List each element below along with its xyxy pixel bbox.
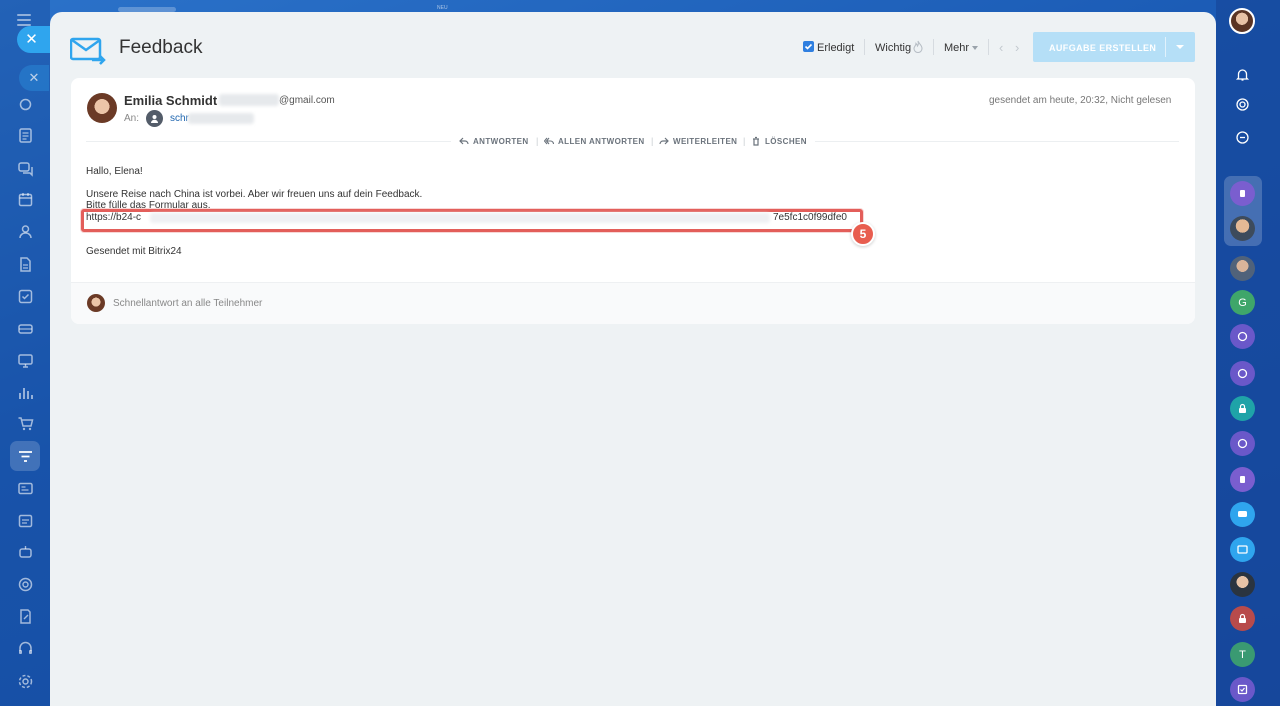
done-checkbox[interactable] <box>803 41 814 52</box>
notifications-bell-icon[interactable] <box>1230 62 1255 87</box>
create-task-dropdown-icon[interactable] <box>1176 45 1184 49</box>
forward-label: WEITERLEITEN <box>673 136 738 146</box>
actions-divider-left <box>86 141 451 142</box>
booking-icon[interactable] <box>17 512 34 529</box>
reply-label: ANTWORTEN <box>473 136 529 146</box>
search-chat-icon[interactable] <box>1230 125 1255 150</box>
sites-icon[interactable] <box>17 352 34 369</box>
chat-copilot-icon[interactable] <box>1230 324 1255 349</box>
page-title: Feedback <box>119 37 203 58</box>
forward-button[interactable]: WEITERLEITEN <box>659 136 737 146</box>
chat-avatar-user-1[interactable] <box>1230 216 1255 241</box>
recipient-name[interactable]: schr <box>170 113 189 124</box>
chat-icon[interactable] <box>17 160 34 177</box>
chat-avatar-user-2[interactable] <box>1230 572 1255 597</box>
goals-icon[interactable] <box>17 576 34 593</box>
done-label[interactable]: Erledigt <box>817 42 854 54</box>
actions-divider-right <box>815 141 1179 142</box>
step-number-badge: 5 <box>851 222 875 246</box>
greeting-text: Hallo, Elena! <box>86 166 143 177</box>
reply-button[interactable]: ANTWORTEN <box>459 136 529 146</box>
important-button[interactable]: Wichtig <box>875 42 911 54</box>
sender-email[interactable]: @gmail.com <box>279 95 335 106</box>
chat-avatar-g[interactable]: G <box>1230 290 1255 315</box>
chat-lock-icon[interactable] <box>1230 396 1255 421</box>
copilot-icon[interactable] <box>1230 92 1255 117</box>
sender-name[interactable]: Emilia Schmidt <box>124 93 217 108</box>
calendar-icon[interactable] <box>17 191 34 208</box>
sender-avatar[interactable] <box>87 93 117 123</box>
chat-avatar-group[interactable] <box>1230 256 1255 281</box>
trash-icon <box>753 136 759 146</box>
action-separator: | <box>651 136 654 146</box>
current-user-avatar[interactable] <box>1229 8 1255 34</box>
action-separator: | <box>743 136 746 146</box>
next-arrow-icon[interactable]: › <box>1015 40 1019 55</box>
forward-icon <box>659 137 669 145</box>
blurred-recipient <box>188 113 254 124</box>
crm-icon[interactable] <box>17 320 34 337</box>
signature-text: Gesendet mit Bitrix24 <box>86 246 182 257</box>
edit-document-icon[interactable] <box>17 608 34 625</box>
reply-icon <box>459 137 469 145</box>
marketing-filter-icon[interactable] <box>17 448 34 465</box>
close-secondary-slider-button[interactable]: ✕ <box>19 65 49 91</box>
analytics-icon[interactable] <box>17 384 34 401</box>
background-new-label: NEU <box>437 5 448 11</box>
blurred-link-middle <box>150 213 770 223</box>
reply-all-label: ALLEN ANTWORTEN <box>558 136 645 146</box>
shop-cart-icon[interactable] <box>17 415 34 432</box>
chevron-down-icon[interactable] <box>972 46 978 50</box>
reply-all-button[interactable]: ALLEN ANTWORTEN <box>544 136 645 146</box>
menu-icon[interactable] <box>17 14 31 26</box>
settings-gear-icon[interactable] <box>17 673 34 690</box>
previous-arrow-icon[interactable]: ‹ <box>999 40 1003 55</box>
toolbar-divider <box>988 39 989 55</box>
sent-status: gesendet am heute, 20:32, Nicht gelesen <box>989 95 1172 106</box>
chat-book-icon[interactable] <box>1230 181 1255 206</box>
recipient-label: An: <box>124 113 140 124</box>
delete-label: LÖSCHEN <box>765 136 807 146</box>
blurred-email-prefix <box>219 94 279 106</box>
close-slider-button[interactable]: ✕ <box>17 26 50 53</box>
chat-avatar-t[interactable]: T <box>1230 642 1255 667</box>
contacts-icon[interactable] <box>17 223 34 240</box>
feedback-link-end[interactable]: 7e5fc1c0f99dfe0 <box>773 212 847 223</box>
more-menu-button[interactable]: Mehr <box>944 42 969 54</box>
mail-forward-icon <box>69 36 108 66</box>
chat-copilot-icon-2[interactable] <box>1230 361 1255 386</box>
headset-icon[interactable] <box>17 640 34 657</box>
chat-lock-icon-2[interactable] <box>1230 606 1255 631</box>
create-task-label[interactable]: AUFGABE ERSTELLEN <box>1049 43 1156 53</box>
pulse-icon[interactable] <box>17 96 34 113</box>
reply-all-icon <box>544 137 554 145</box>
toolbar-divider <box>864 39 865 55</box>
delete-button[interactable]: LÖSCHEN <box>751 136 807 146</box>
chat-book-icon-2[interactable] <box>1230 467 1255 492</box>
mail-icon[interactable] <box>17 480 34 497</box>
action-separator: | <box>536 136 539 146</box>
chat-support-icon[interactable] <box>1230 502 1255 527</box>
feed-icon[interactable] <box>17 127 34 144</box>
chat-tasks-icon[interactable] <box>1230 677 1255 702</box>
quick-reply-avatar <box>87 294 105 312</box>
create-task-split-divider <box>1165 37 1166 57</box>
recipient-avatar-icon <box>146 110 163 127</box>
tasks-icon[interactable] <box>17 288 34 305</box>
feedback-link-start[interactable]: https://b24-c <box>86 212 141 223</box>
chat-news-icon[interactable] <box>1230 537 1255 562</box>
toolbar-divider <box>933 39 934 55</box>
robot-icon[interactable] <box>17 543 34 560</box>
documents-icon[interactable] <box>17 256 34 273</box>
chat-copilot-icon-3[interactable] <box>1230 431 1255 456</box>
quick-reply-input[interactable]: Schnellantwort an alle Teilnehmer <box>113 298 262 309</box>
flame-icon[interactable] <box>913 40 923 54</box>
